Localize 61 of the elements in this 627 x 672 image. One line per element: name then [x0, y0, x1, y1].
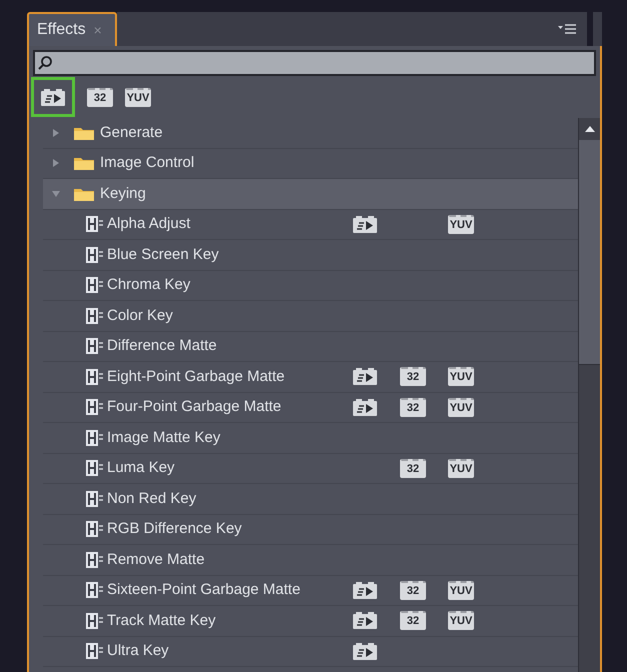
bit-depth-badge: 32 — [400, 398, 426, 417]
effect-icon — [85, 642, 105, 660]
search-field[interactable] — [33, 50, 596, 76]
effect-icon — [85, 581, 105, 600]
bit-depth-badge: 32 — [400, 611, 426, 630]
yuv-badge: YUV — [448, 580, 474, 600]
effect-label[interactable]: Track Matte Key — [107, 610, 352, 632]
effect-icon — [85, 215, 105, 234]
bit-depth-badge: 32 — [400, 458, 426, 478]
effect-label[interactable]: Difference Matte — [107, 335, 352, 358]
effect-label[interactable]: RGB Difference Key — [107, 518, 352, 540]
yuv-badge: YUV — [448, 611, 474, 630]
scroll-thumb[interactable] — [579, 140, 600, 365]
effect-label[interactable]: Luma Key — [107, 457, 352, 480]
effects-tab[interactable]: Effects × — [27, 12, 117, 46]
expanded-arrow-icon[interactable] — [51, 188, 61, 199]
effect-icon — [85, 246, 105, 264]
folder-label: Keying — [100, 184, 146, 204]
bit-depth-badge: 32 — [400, 580, 426, 600]
scroll-up-icon[interactable] — [584, 125, 596, 133]
folder-row[interactable]: Generate — [43, 118, 578, 148]
folder-row[interactable]: Keying — [43, 179, 578, 210]
folder-label: Image Control — [100, 153, 194, 173]
grip-handle[interactable] — [593, 12, 602, 46]
tab-label: Effects — [37, 20, 86, 40]
yuv-badge: YUV — [448, 398, 474, 417]
effect-icon — [85, 550, 105, 569]
effect-icon — [85, 398, 105, 416]
panel-menu-icon[interactable] — [557, 23, 577, 35]
scrollbar[interactable] — [578, 118, 600, 672]
effect-icon — [85, 306, 105, 325]
yuv-badge: YUV — [448, 458, 474, 478]
yuv-badge: YUV — [448, 367, 474, 386]
accelerated-filter-button[interactable] — [31, 77, 75, 117]
effect-label[interactable]: Color Key — [107, 304, 352, 327]
effect-icon — [85, 520, 105, 538]
effect-label[interactable]: Chroma Key — [107, 274, 352, 296]
effect-label[interactable]: Sixteen-Point Garbage Matte — [107, 579, 352, 602]
collapsed-arrow-icon[interactable] — [51, 128, 61, 138]
effect-label[interactable]: Ultra Key — [107, 640, 352, 662]
accelerated-icon — [40, 88, 66, 106]
effect-icon — [85, 490, 105, 508]
effect-label[interactable]: Alpha Adjust — [107, 213, 352, 236]
effect-icon — [85, 428, 105, 447]
effect-icon — [85, 337, 105, 356]
effect-label[interactable]: Image Matte Key — [107, 426, 352, 449]
folder-label: Generate — [100, 122, 163, 142]
effect-label[interactable]: Eight-Point Garbage Matte — [107, 366, 352, 388]
effect-icon — [85, 368, 105, 386]
folder-icon — [73, 155, 95, 172]
effect-icon — [85, 276, 105, 294]
effect-label[interactable]: Remove Matte — [107, 548, 352, 571]
bit-depth-badge: 32 — [400, 367, 426, 386]
effect-label[interactable]: Four-Point Garbage Matte — [107, 396, 352, 418]
effect-label[interactable]: Non Red Key — [107, 488, 352, 510]
search-icon — [37, 55, 53, 71]
collapsed-arrow-icon[interactable] — [51, 158, 61, 168]
effect-label[interactable]: Blue Screen Key — [107, 244, 352, 266]
effect-icon — [85, 459, 105, 478]
effect-icon — [85, 612, 105, 630]
yuv-badge: YUV — [448, 214, 474, 234]
